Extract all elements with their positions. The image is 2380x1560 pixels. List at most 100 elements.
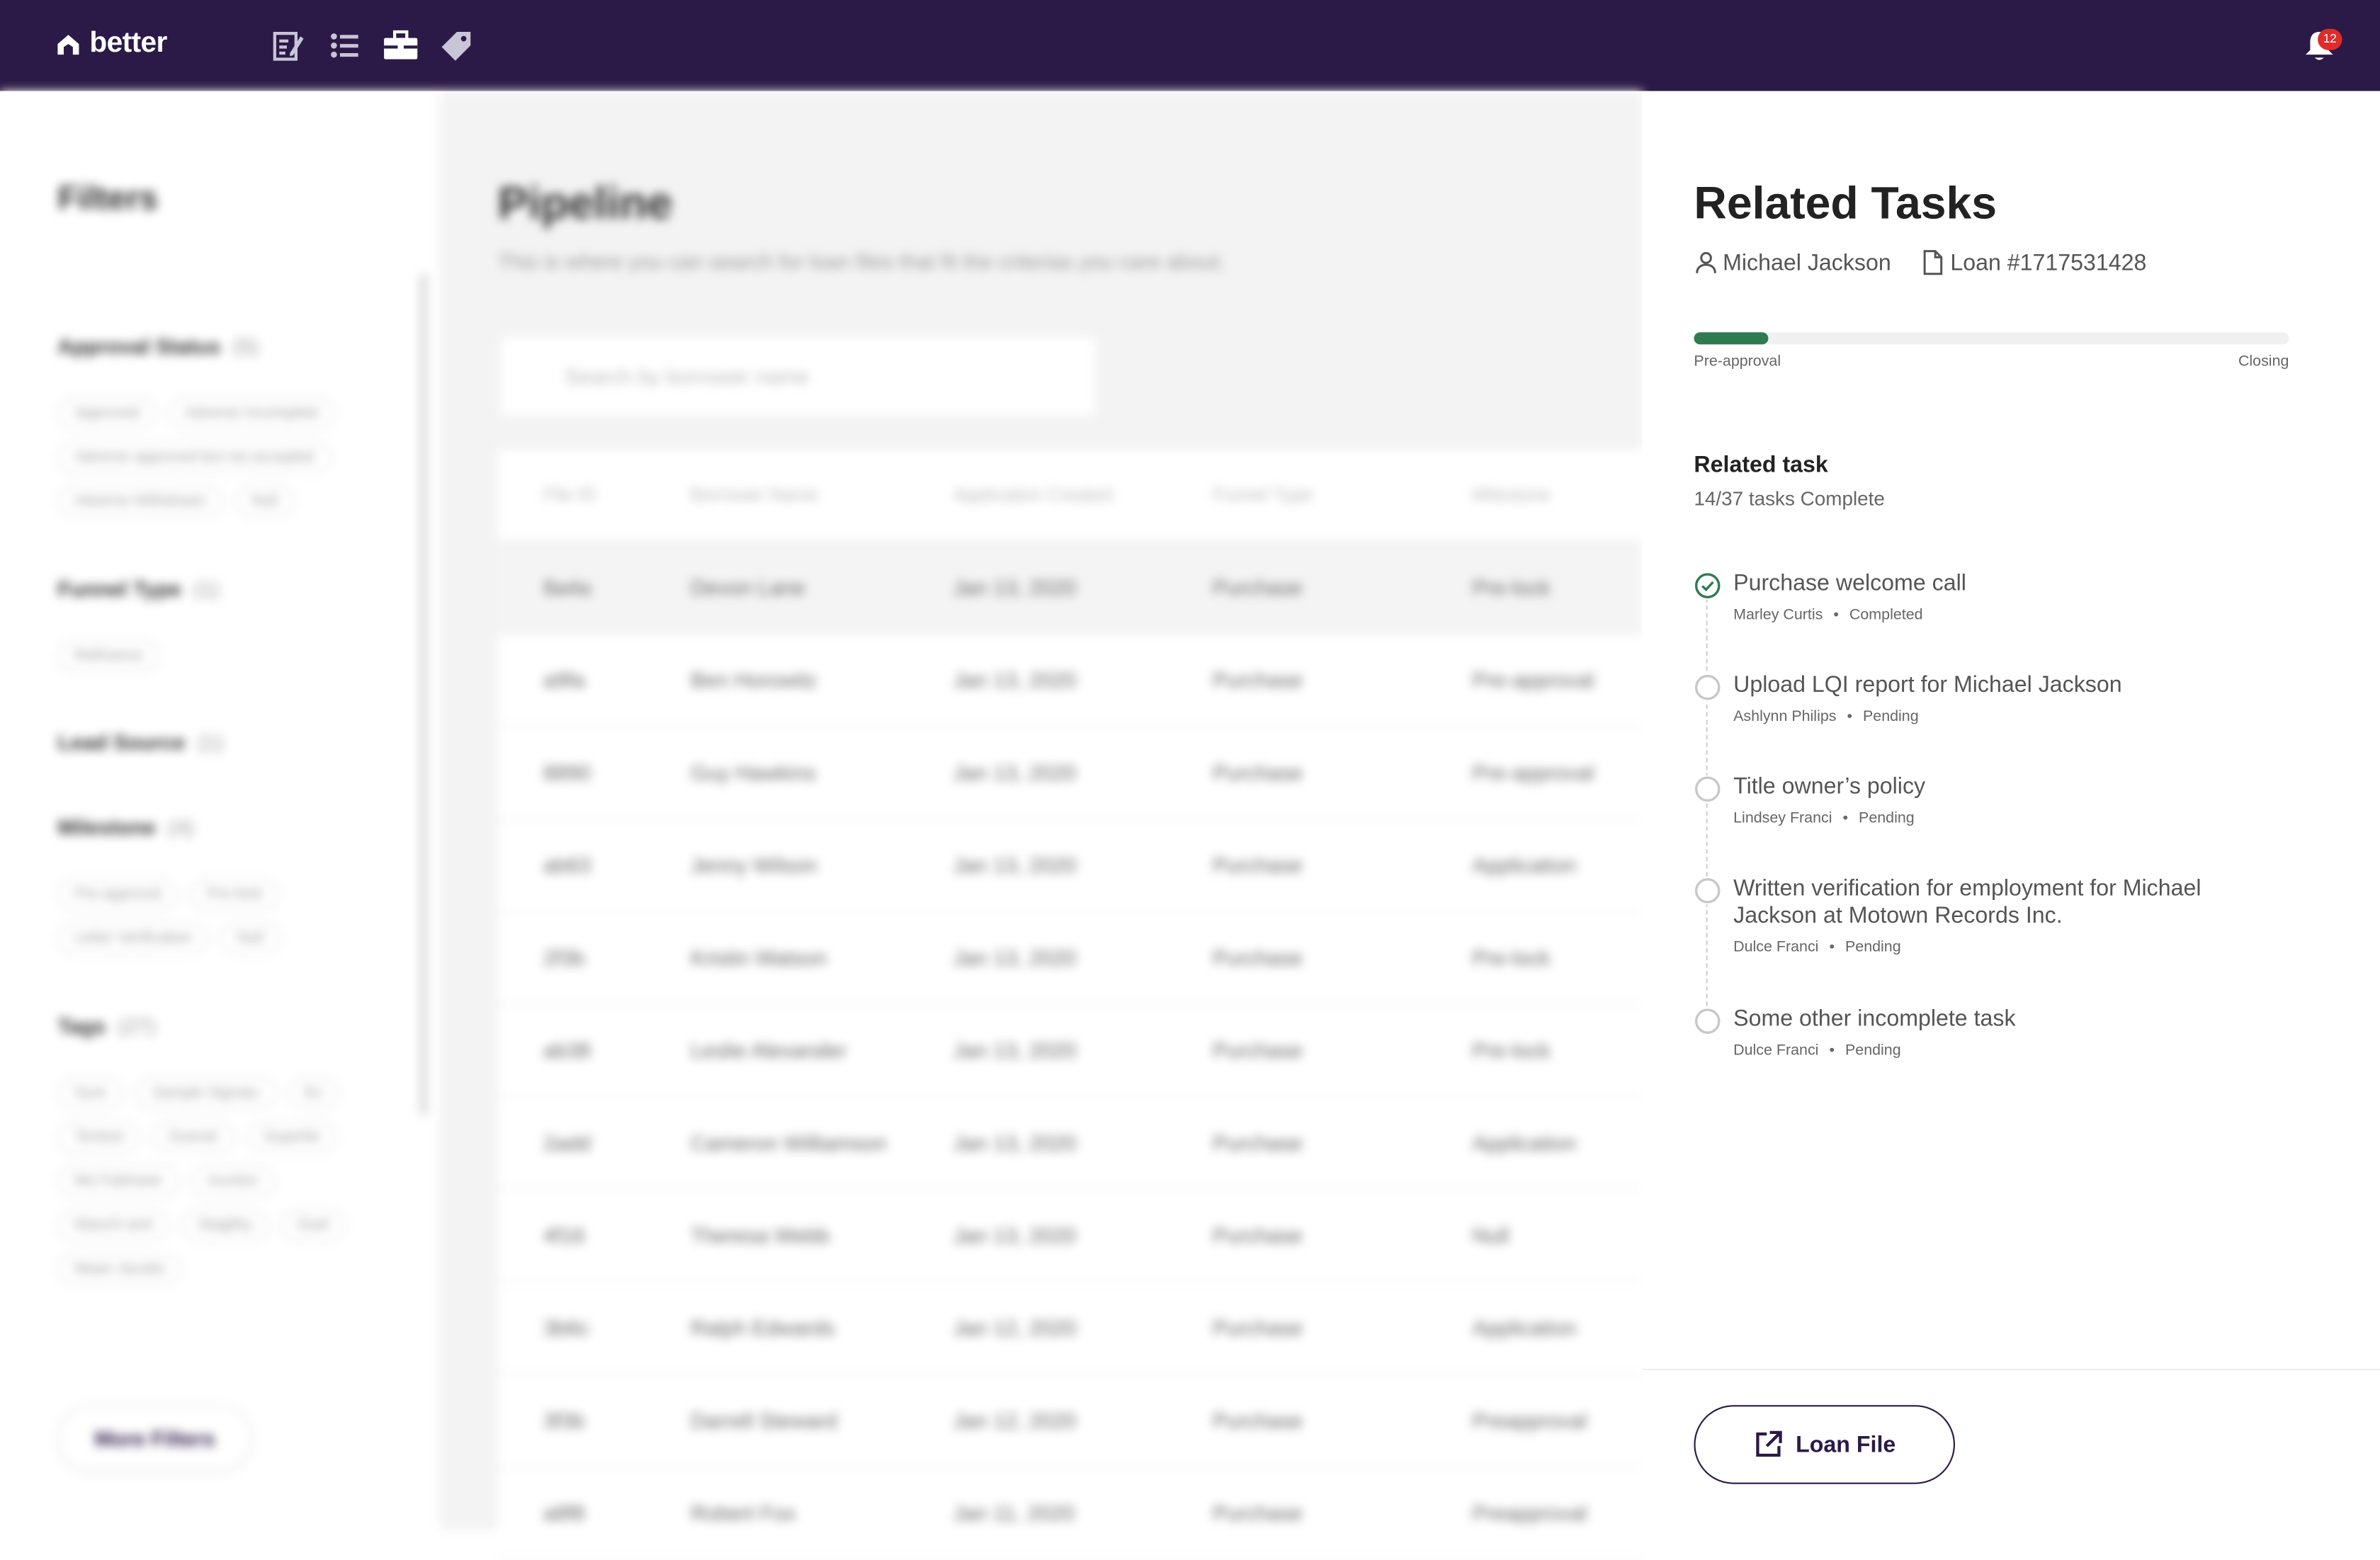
table-row[interactable]: a9fa Ben Horowitz Jan 13, 2020 Purchase Pre-… bbox=[497, 634, 1643, 727]
table-cell: 2add bbox=[543, 1130, 591, 1155]
separator-dot: • bbox=[1842, 810, 1849, 827]
loan-progress-fill bbox=[1694, 332, 1769, 345]
separator-dot: • bbox=[1829, 1042, 1835, 1059]
filter-chip[interactable]: Adverse approved but not accepted bbox=[57, 441, 331, 474]
task-status: Pending bbox=[1844, 1042, 1901, 1059]
pipeline-subtitle: This is where you can search for loan fi… bbox=[497, 249, 1226, 273]
table-cell: Leslie Alexander bbox=[690, 1037, 847, 1062]
table-row[interactable]: 8890 Guy Hawkins Jan 13, 2020 Purchase Pre-a… bbox=[497, 727, 1643, 820]
table-cell: Purchase bbox=[1213, 575, 1303, 600]
table-cell: Pre-lock bbox=[1472, 945, 1551, 970]
filters-scrollbar[interactable] bbox=[419, 273, 429, 1116]
table-cell: Jan 13, 2020 bbox=[953, 667, 1077, 693]
progress-end-label: Closing bbox=[2238, 353, 2289, 370]
filter-chip[interactable]: Null bbox=[234, 485, 295, 518]
table-row[interactable]: 2add Cameron Williamson Jan 13, 2020 Purcha… bbox=[497, 1097, 1643, 1190]
filter-group-lead-source[interactable]: Lead Source (1) bbox=[57, 730, 223, 754]
brand-logo[interactable]: better bbox=[55, 28, 167, 61]
column-header[interactable]: File ID bbox=[498, 484, 691, 506]
filter-chip[interactable]: Stagithy bbox=[181, 1209, 269, 1241]
filter-group-funnel-type[interactable]: Funnel Type (1) bbox=[57, 576, 219, 600]
filter-chip[interactable]: Maan Jacobs bbox=[57, 1253, 182, 1285]
table-cell: Pre-lock bbox=[1472, 1037, 1551, 1062]
app-root: better 12 Filters Approval Status (5) App… bbox=[0, 0, 2380, 1560]
borrower-search-input[interactable]: Search by borrower name bbox=[501, 336, 1096, 416]
more-filters-button[interactable]: More Filters bbox=[57, 1405, 252, 1472]
table-cell: Purchase bbox=[1213, 945, 1303, 970]
filter-chip[interactable]: Duel bbox=[281, 1209, 346, 1241]
filter-chip[interactable]: Sure bbox=[57, 1077, 123, 1110]
task-title: Some other incomplete task bbox=[1733, 1006, 2016, 1032]
column-header[interactable]: Borrower Name bbox=[691, 484, 953, 506]
loan-number: Loan #1717531428 bbox=[1950, 249, 2147, 275]
filter-chip[interactable]: Sample Signatu bbox=[135, 1077, 276, 1110]
table-cell: Guy Hawkins bbox=[690, 760, 816, 785]
task-meta: Ashlynn Philips • Pending bbox=[1733, 709, 1918, 726]
table-cell: ab38 bbox=[543, 1037, 591, 1062]
table-row[interactable]: 8a4a Devon Lane Jan 13, 2020 Purchase Pre-lo… bbox=[497, 542, 1643, 634]
notification-count-badge: 12 bbox=[2318, 28, 2342, 50]
table-row[interactable]: 4f16 Theresa Webb Jan 13, 2020 Purchase Null bbox=[497, 1190, 1643, 1282]
table-cell: Jan 13, 2020 bbox=[953, 1223, 1077, 1248]
column-header[interactable]: Funnel Type bbox=[1213, 484, 1472, 506]
filter-group-label: Approval Status bbox=[57, 334, 221, 358]
filter-chip[interactable]: Maschi and bbox=[57, 1209, 169, 1241]
edit-document-icon[interactable] bbox=[270, 28, 306, 64]
task-title: Title owner’s policy bbox=[1733, 773, 1926, 800]
table-row[interactable]: 2f3b Kristin Watson Jan 13, 2020 Purchase Pr… bbox=[497, 912, 1643, 1005]
filter-chip[interactable]: Null bbox=[220, 922, 280, 955]
filter-chip[interactable]: Adverse Withdrawn bbox=[57, 485, 223, 518]
table-cell: Kristin Watson bbox=[690, 945, 827, 970]
table-cell: Purchase bbox=[1213, 667, 1303, 693]
filter-chip[interactable]: Pre-approval bbox=[57, 878, 178, 911]
filter-chip[interactable]: Ma Fatitrawe bbox=[57, 1165, 179, 1197]
filter-group-tags[interactable]: Tags (27) bbox=[57, 1013, 155, 1037]
loan-meta: Michael Jackson Loan #1717531428 bbox=[1694, 249, 2174, 276]
table-row[interactable]: ab63 Jenny Wilson Jan 13, 2020 Purchase Appl… bbox=[497, 819, 1643, 912]
brand-name: better bbox=[89, 27, 167, 59]
column-header[interactable]: Application Created bbox=[953, 484, 1213, 506]
task-status: Pending bbox=[1862, 708, 1919, 726]
loan-file-button[interactable]: Loan File bbox=[1694, 1405, 1955, 1484]
separator-dot: • bbox=[1847, 708, 1852, 726]
progress-start-label: Pre-approval bbox=[1694, 353, 1781, 370]
related-tasks-panel: Related Tasks Michael Jackson Loan #1717… bbox=[1642, 91, 2380, 1530]
task-meta: Lindsey Franci • Pending bbox=[1733, 810, 1915, 827]
filter-chips-milestone: Pre-approval Pre-lock Letter Verificatio… bbox=[57, 878, 407, 967]
filters-title: Filters bbox=[57, 178, 158, 217]
filter-chip[interactable]: Ex bbox=[288, 1077, 339, 1110]
filter-group-milestone[interactable]: Milestone (4) bbox=[57, 815, 193, 839]
task-meta: Dulce Franci • Pending bbox=[1733, 939, 1900, 956]
table-row[interactable]: 3b6c Ralph Edwards Jan 12, 2020 Purchase App… bbox=[497, 1282, 1643, 1375]
table-cell: Jan 13, 2020 bbox=[953, 945, 1077, 970]
table-row[interactable]: 3f3b Darrell Steward Jan 12, 2020 Purchase P… bbox=[497, 1374, 1643, 1468]
table-row[interactable]: a8f8 Robert Fox Jan 11, 2020 Purchase Preapp… bbox=[497, 1467, 1643, 1560]
table-cell: Pre-approval bbox=[1472, 760, 1594, 785]
filter-chip[interactable]: Approved bbox=[57, 397, 157, 430]
task-meta: Marley Curtis • Completed bbox=[1733, 607, 1922, 624]
filter-chip[interactable]: Adverse Incomplete bbox=[168, 397, 336, 430]
column-header[interactable]: Milestone bbox=[1473, 484, 1643, 506]
filter-chip[interactable]: Refinance bbox=[57, 640, 160, 673]
top-bar: better 12 bbox=[0, 0, 2380, 91]
loan-info: Loan #1717531428 bbox=[1918, 249, 2146, 276]
filter-chip[interactable]: Superlet bbox=[246, 1121, 337, 1154]
filter-group-approval-status[interactable]: Approval Status (5) bbox=[57, 334, 259, 358]
table-cell: Jan 12, 2020 bbox=[953, 1315, 1077, 1340]
task-status: Completed bbox=[1849, 607, 1923, 624]
filter-chip[interactable]: Tentest bbox=[57, 1121, 140, 1154]
filter-chip[interactable]: Letter Verification bbox=[57, 922, 209, 955]
tag-icon[interactable] bbox=[438, 28, 475, 64]
table-cell: 3b6c bbox=[543, 1315, 590, 1340]
pipeline-title: Pipeline bbox=[497, 178, 673, 229]
table-row[interactable]: ab38 Leslie Alexander Jan 13, 2020 Purchase… bbox=[497, 1005, 1643, 1098]
table-cell: Purchase bbox=[1213, 1130, 1303, 1155]
task-assignee: Dulce Franci bbox=[1733, 1042, 1819, 1059]
task-title: Written verification for employment for … bbox=[1733, 875, 2202, 929]
table-cell: Jan 13, 2020 bbox=[953, 575, 1077, 600]
briefcase-icon[interactable] bbox=[382, 28, 419, 64]
filter-chip[interactable]: Auction bbox=[191, 1165, 276, 1197]
list-icon[interactable] bbox=[327, 28, 363, 64]
filter-chip[interactable]: Duenet bbox=[152, 1121, 235, 1154]
filter-chip[interactable]: Pre-lock bbox=[190, 878, 280, 911]
